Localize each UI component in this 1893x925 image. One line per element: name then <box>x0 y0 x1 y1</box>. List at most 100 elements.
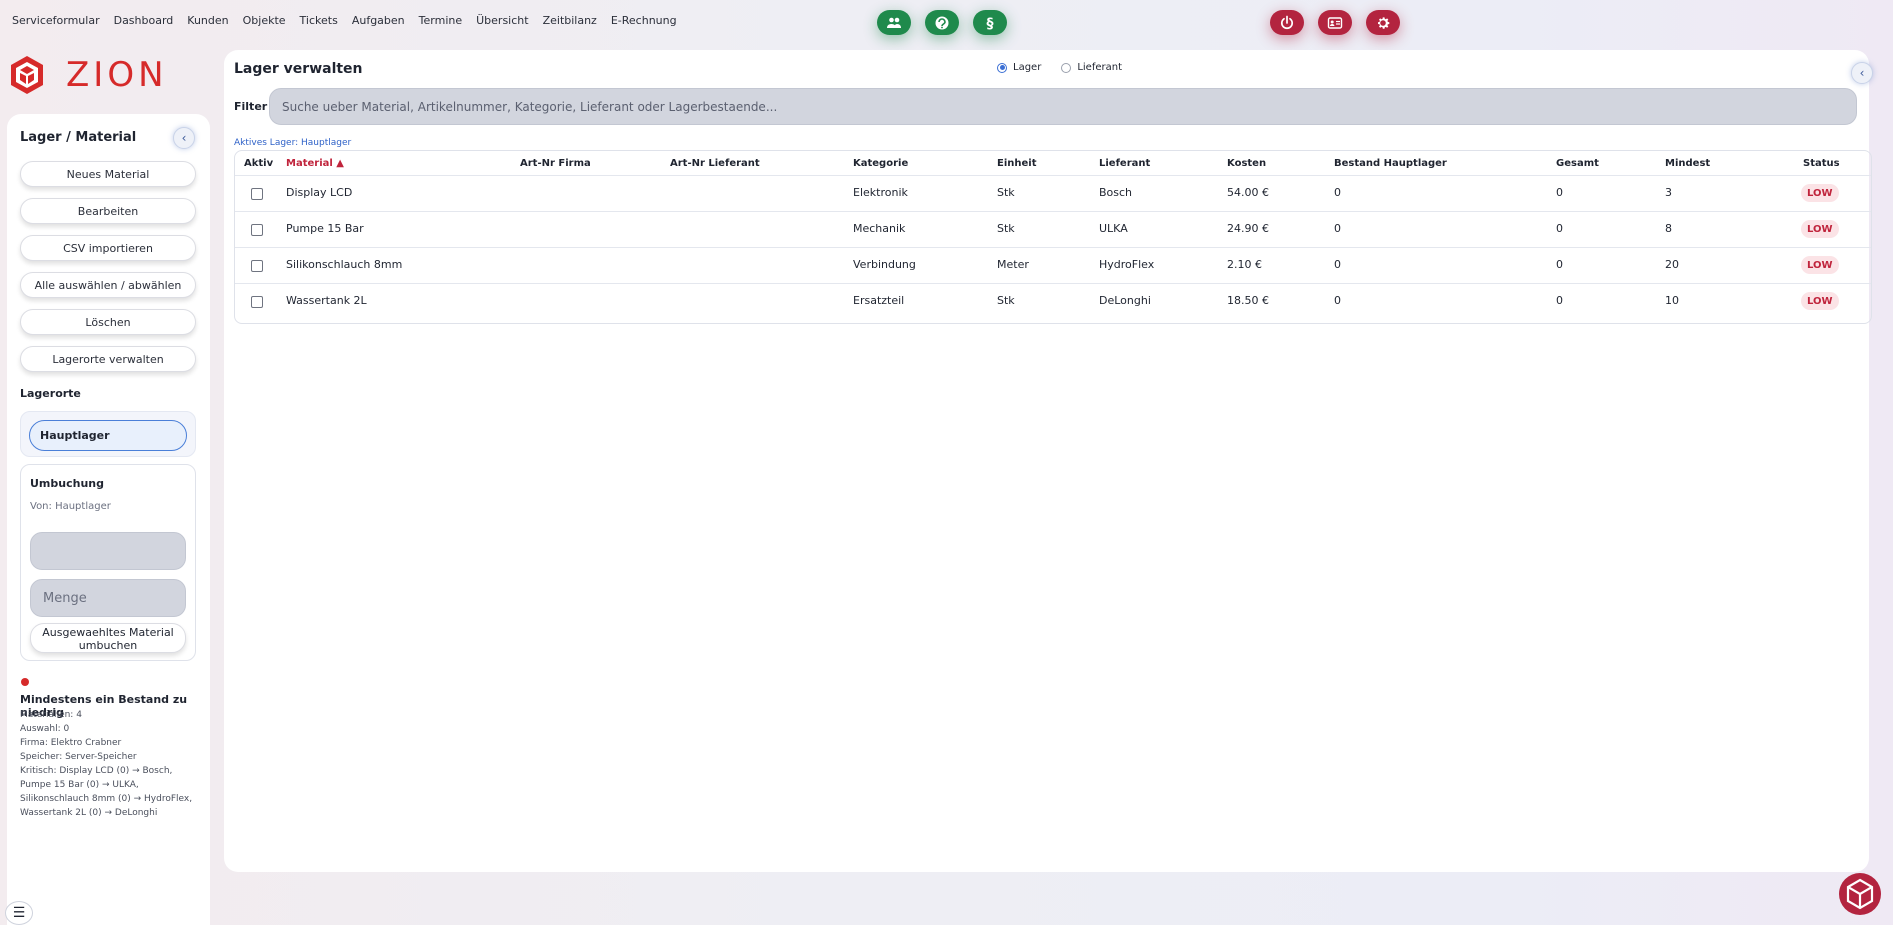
corner-cube-icon[interactable] <box>1838 872 1882 916</box>
col-material[interactable]: Material ▲ <box>286 158 344 169</box>
cell-kategorie: Ersatzteil <box>853 294 905 307</box>
cell-kosten: 24.90 € <box>1227 222 1269 235</box>
col-lieferant[interactable]: Lieferant <box>1099 158 1150 169</box>
umbuchung-target-select[interactable] <box>30 532 186 570</box>
lagerorte-list: Hauptlager <box>20 411 196 457</box>
cell-material: Wassertank 2L <box>286 294 367 307</box>
power-icon <box>1280 15 1294 29</box>
lagerort-item-hauptlager[interactable]: Hauptlager <box>29 420 187 451</box>
table-row[interactable]: Display LCD Elektronik Stk Bosch 54.00 €… <box>235 175 1871 211</box>
info-materials: Materialien: 4 <box>20 710 82 720</box>
main-collapse-button[interactable]: ‹ <box>1851 62 1873 84</box>
nav-aufgaben[interactable]: Aufgaben <box>352 14 405 27</box>
cell-bestand: 0 <box>1334 294 1341 307</box>
sidebar: Lager / Material ‹ Neues Material Bearbe… <box>7 114 210 925</box>
chevron-left-icon: ‹ <box>1859 66 1865 80</box>
sidebar-info: Materialien: 4 Auswahl: 0 Firma: Elektro… <box>20 708 200 820</box>
col-aktiv: Aktiv <box>244 158 274 169</box>
umbuchung-panel: Umbuchung Von: Hauptlager Menge Ausgewae… <box>20 464 196 661</box>
paragraph-icon: § <box>987 16 994 31</box>
cell-material: Display LCD <box>286 186 353 199</box>
col-gesamt[interactable]: Gesamt <box>1556 158 1599 169</box>
cell-lieferant: ULKA <box>1099 222 1128 235</box>
zion-cube-icon <box>11 56 43 94</box>
cell-material: Pumpe 15 Bar <box>286 222 364 235</box>
cell-lieferant: HydroFlex <box>1099 258 1155 271</box>
radio-lager-label[interactable]: Lager <box>1013 62 1041 73</box>
nav-zeitbilanz[interactable]: Zeitbilanz <box>543 14 597 27</box>
csv-import-button[interactable]: CSV importieren <box>20 235 196 261</box>
radio-lager[interactable] <box>997 62 1007 73</box>
nav-termine[interactable]: Termine <box>419 14 462 27</box>
col-art-nr-lieferant[interactable]: Art-Nr Lieferant <box>670 158 760 169</box>
cell-gesamt: 0 <box>1556 222 1563 235</box>
info-storage: Speicher: Server-Speicher <box>20 752 137 762</box>
status-badge: LOW <box>1801 184 1839 202</box>
nav-objekte[interactable]: Objekte <box>243 14 286 27</box>
cell-gesamt: 0 <box>1556 294 1563 307</box>
select-all-button[interactable]: Alle auswählen / abwählen <box>20 272 196 298</box>
col-bestand[interactable]: Bestand Hauptlager <box>1334 158 1447 169</box>
row-checkbox[interactable] <box>251 188 263 200</box>
cell-einheit: Meter <box>997 258 1029 271</box>
table-row[interactable]: Wassertank 2L Ersatzteil Stk DeLonghi 18… <box>235 283 1871 319</box>
col-kosten[interactable]: Kosten <box>1227 158 1266 169</box>
umbuchung-from: Von: Hauptlager <box>30 501 111 512</box>
page-title: Lager verwalten <box>234 61 363 77</box>
delete-button[interactable]: Löschen <box>20 309 196 335</box>
edit-button[interactable]: Bearbeiten <box>20 198 196 224</box>
cell-lieferant: Bosch <box>1099 186 1133 199</box>
manage-locations-button[interactable]: Lagerorte verwalten <box>20 346 196 372</box>
mode-radio-group: Lager Lieferant <box>997 62 1142 73</box>
status-badge: LOW <box>1801 256 1839 274</box>
col-status[interactable]: Status <box>1803 158 1840 169</box>
hamburger-icon: ☰ <box>12 905 26 921</box>
nav-e-rechnung[interactable]: E-Rechnung <box>611 14 677 27</box>
chevron-left-icon: ‹ <box>181 131 187 145</box>
umbuchung-submit-button[interactable]: Ausgewaehltes Material umbuchen <box>30 623 186 653</box>
cell-mindest: 8 <box>1665 222 1672 235</box>
users-icon <box>887 17 901 28</box>
row-checkbox[interactable] <box>251 296 263 308</box>
table-row[interactable]: Pumpe 15 Bar Mechanik Stk ULKA 24.90 € 0… <box>235 211 1871 247</box>
cell-lieferant: DeLonghi <box>1099 294 1151 307</box>
filter-search-input[interactable]: Suche ueber Material, Artikelnummer, Kat… <box>269 88 1857 125</box>
users-button[interactable] <box>877 10 911 35</box>
new-material-button[interactable]: Neues Material <box>20 161 196 187</box>
nav-kunden[interactable]: Kunden <box>187 14 228 27</box>
top-nav: Serviceformular Dashboard Kunden Objekte… <box>12 14 691 27</box>
radio-lieferant[interactable] <box>1061 62 1072 73</box>
cell-einheit: Stk <box>997 294 1015 307</box>
cell-gesamt: 0 <box>1556 258 1563 271</box>
col-mindest[interactable]: Mindest <box>1665 158 1710 169</box>
umbuchung-quantity-input[interactable]: Menge <box>30 579 186 617</box>
profile-button[interactable] <box>1318 10 1352 35</box>
col-einheit[interactable]: Einheit <box>997 158 1037 169</box>
nav-serviceformular[interactable]: Serviceformular <box>12 14 100 27</box>
nav-uebersicht[interactable]: Übersicht <box>476 14 528 27</box>
table-header: Aktiv Material ▲ Art-Nr Firma Art-Nr Lie… <box>235 151 1871 175</box>
info-selection: Auswahl: 0 <box>20 724 70 734</box>
col-kategorie[interactable]: Kategorie <box>853 158 908 169</box>
cell-kosten: 18.50 € <box>1227 294 1269 307</box>
menu-button[interactable]: ☰ <box>5 901 33 925</box>
nav-tickets[interactable]: Tickets <box>300 14 338 27</box>
cell-mindest: 10 <box>1665 294 1679 307</box>
legal-button[interactable]: § <box>973 10 1007 35</box>
nav-dashboard[interactable]: Dashboard <box>114 14 174 27</box>
table-row[interactable]: Silikonschlauch 8mm Verbindung Meter Hyd… <box>235 247 1871 283</box>
row-checkbox[interactable] <box>251 260 263 272</box>
sidebar-title: Lager / Material <box>20 130 137 145</box>
status-badge: LOW <box>1801 292 1839 310</box>
settings-button[interactable] <box>1366 10 1400 35</box>
info-critical: Kritisch: Display LCD (0) → Bosch, Pumpe… <box>20 766 193 818</box>
info-company: Firma: Elektro Crabner <box>20 738 122 748</box>
sidebar-collapse-button[interactable]: ‹ <box>173 127 195 149</box>
row-checkbox[interactable] <box>251 224 263 236</box>
filter-label: Filter <box>234 100 268 113</box>
logout-button[interactable] <box>1270 10 1304 35</box>
support-button[interactable] <box>925 10 959 35</box>
radio-lieferant-label[interactable]: Lieferant <box>1077 62 1122 73</box>
col-art-nr-firma[interactable]: Art-Nr Firma <box>520 158 591 169</box>
material-table: Aktiv Material ▲ Art-Nr Firma Art-Nr Lie… <box>234 150 1872 324</box>
